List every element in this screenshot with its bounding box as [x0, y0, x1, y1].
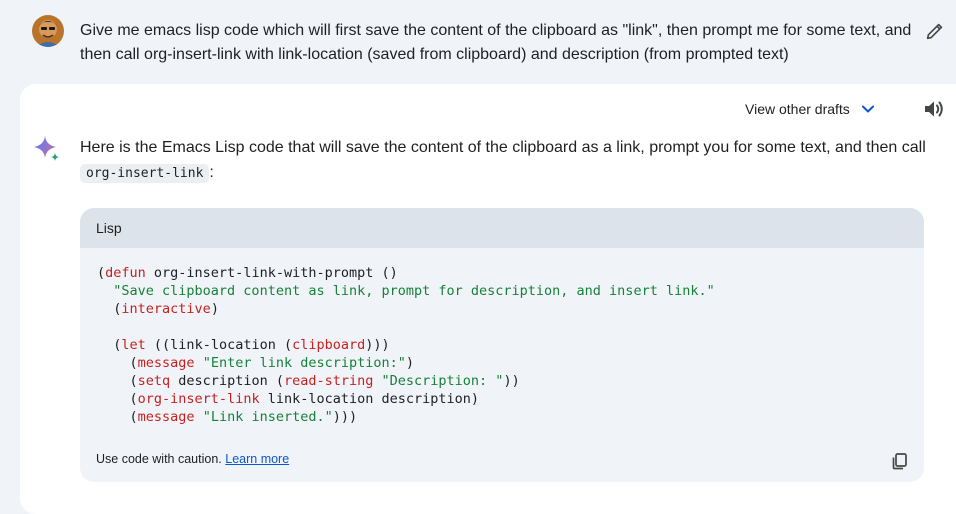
user-prompt-row: Give me emacs lisp code which will first…: [0, 0, 956, 84]
view-drafts-label: View other drafts: [745, 101, 850, 117]
code-language-header: Lisp: [80, 208, 924, 248]
assistant-avatar: [32, 134, 62, 164]
response-intro-text: Here is the Emacs Lisp code that will sa…: [80, 139, 926, 156]
code-language-label: Lisp: [96, 220, 122, 236]
code-caution-text: Use code with caution.: [96, 452, 222, 466]
edit-prompt-button[interactable]: [922, 18, 948, 44]
pencil-icon: [926, 23, 943, 40]
code-footer: Use code with caution. Learn more: [96, 452, 289, 466]
view-other-drafts-button[interactable]: View other drafts: [745, 99, 876, 119]
code-block: Lisp (defun org-insert-link-with-prompt …: [80, 208, 924, 482]
user-prompt-text: Give me emacs lisp code which will first…: [80, 22, 912, 63]
learn-more-link[interactable]: Learn more: [225, 452, 289, 466]
sparkle-icon: [34, 136, 59, 161]
user-avatar-photo: [32, 15, 64, 47]
code-content[interactable]: (defun org-insert-link-with-prompt () "S…: [80, 248, 924, 426]
response-intro-suffix: :: [209, 164, 214, 181]
response-intro: Here is the Emacs Lisp code that will sa…: [80, 135, 930, 186]
read-aloud-button[interactable]: [922, 97, 946, 121]
copy-icon: [892, 453, 907, 470]
speaker-icon: [925, 101, 943, 117]
user-avatar[interactable]: [32, 15, 64, 47]
chevron-down-icon: [861, 105, 874, 113]
copy-code-button[interactable]: [890, 451, 910, 471]
inline-code: org-insert-link: [80, 164, 210, 183]
